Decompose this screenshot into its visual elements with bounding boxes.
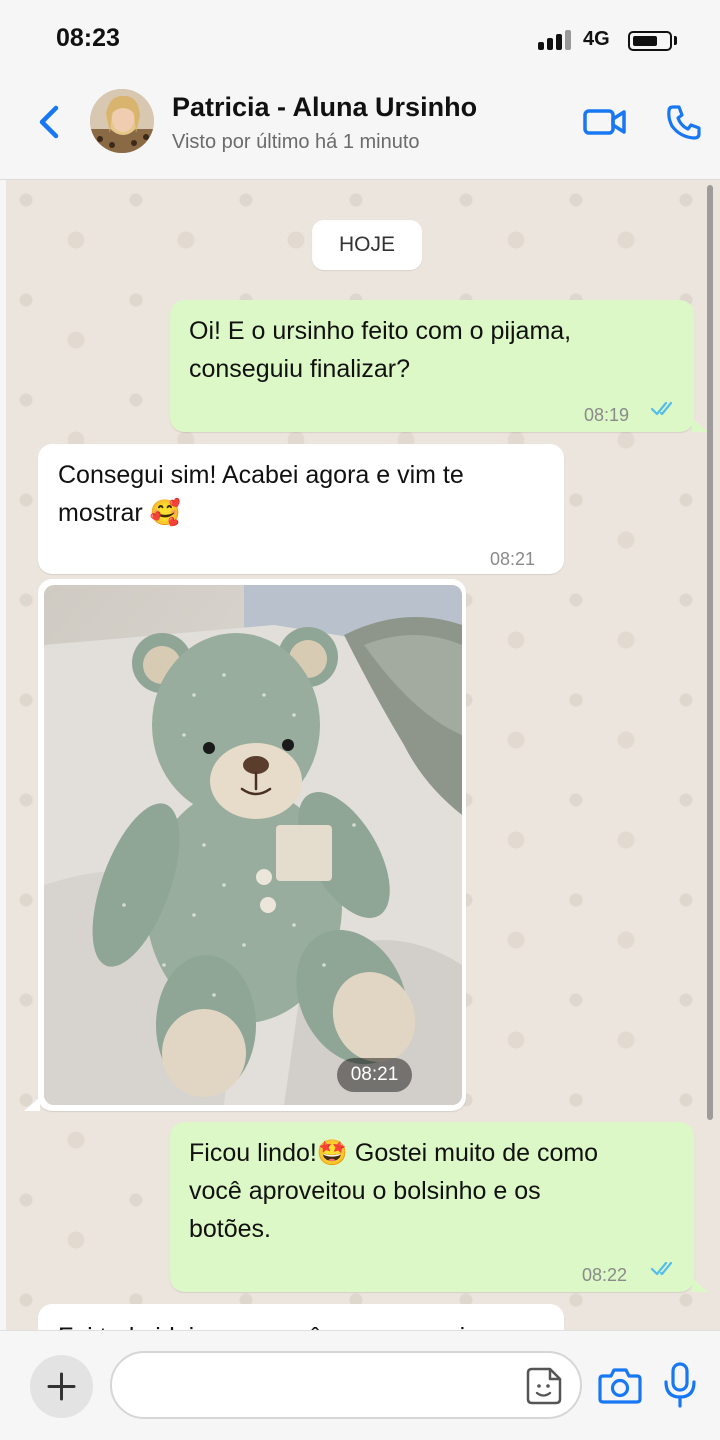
bubble-tail [692,1278,708,1292]
sticker-button[interactable] [526,1367,562,1405]
message-input[interactable] [110,1351,582,1419]
message-time: 08:22 [582,1265,628,1285]
message-outgoing[interactable]: Ficou lindo!🤩 Gostei muito de como você … [170,1122,694,1292]
avatar[interactable] [90,89,154,153]
last-seen-status: Visto por último há 1 minuto [172,131,420,153]
battery-icon [628,31,672,51]
message-text: Ficou lindo!🤩 Gostei muito de como você … [189,1139,599,1243]
signal-icon [538,30,574,50]
read-ticks-icon [650,401,673,416]
message-outgoing[interactable]: Oi! E o ursinho feito com o pijama, cons… [170,300,694,432]
battery-cap [674,36,677,45]
bubble-tail [692,418,708,432]
message-text: Foi tudo ideia sua, você que me ensinou [58,1318,507,1330]
chat-scrollbar[interactable] [707,185,713,1120]
teddy-bear-photo[interactable] [44,585,462,1105]
phone-icon [667,105,701,140]
message-incoming[interactable]: Consegui sim! Acabei agora e vim te most… [38,444,564,574]
image-message[interactable] [38,579,466,1111]
voice-call-button[interactable] [664,102,704,142]
input-bar [0,1330,720,1440]
contact-name[interactable]: Patricia - Aluna Ursinho [172,92,477,123]
video-camera-icon [583,109,626,135]
teddy-bear-image [44,585,462,1105]
avatar-image [90,89,154,153]
chat-area[interactable]: HOJE Oi! E o ursinho feito com o pijama,… [6,180,720,1330]
microphone-button[interactable] [662,1361,698,1409]
read-ticks-icon [650,1261,673,1276]
message-time: 08:19 [584,405,630,425]
sticker-icon [526,1367,562,1405]
microphone-icon [664,1362,696,1408]
date-separator: HOJE [312,220,422,270]
camera-button[interactable] [598,1365,642,1405]
message-incoming[interactable]: Foi tudo ideia sua, você que me ensinou [38,1304,564,1330]
back-button[interactable] [30,102,70,142]
plus-icon [47,1372,76,1401]
message-text: Oi! E o ursinho feito com o pijama, cons… [189,317,572,383]
network-label: 4G [583,28,610,50]
attach-button[interactable] [30,1355,93,1418]
chat-header: Patricia - Aluna Ursinho Visto por últim… [0,80,720,180]
video-call-button[interactable] [582,102,628,142]
image-time: 08:21 [337,1058,412,1092]
chevron-left-icon [39,105,59,139]
message-time: 08:21 [490,549,536,569]
camera-icon [598,1368,642,1404]
bubble-tail [24,1097,40,1111]
message-text: Consegui sim! Acabei agora e vim te most… [58,461,464,527]
status-bar: 08:23 4G [0,0,720,80]
status-time: 08:23 [56,24,120,52]
